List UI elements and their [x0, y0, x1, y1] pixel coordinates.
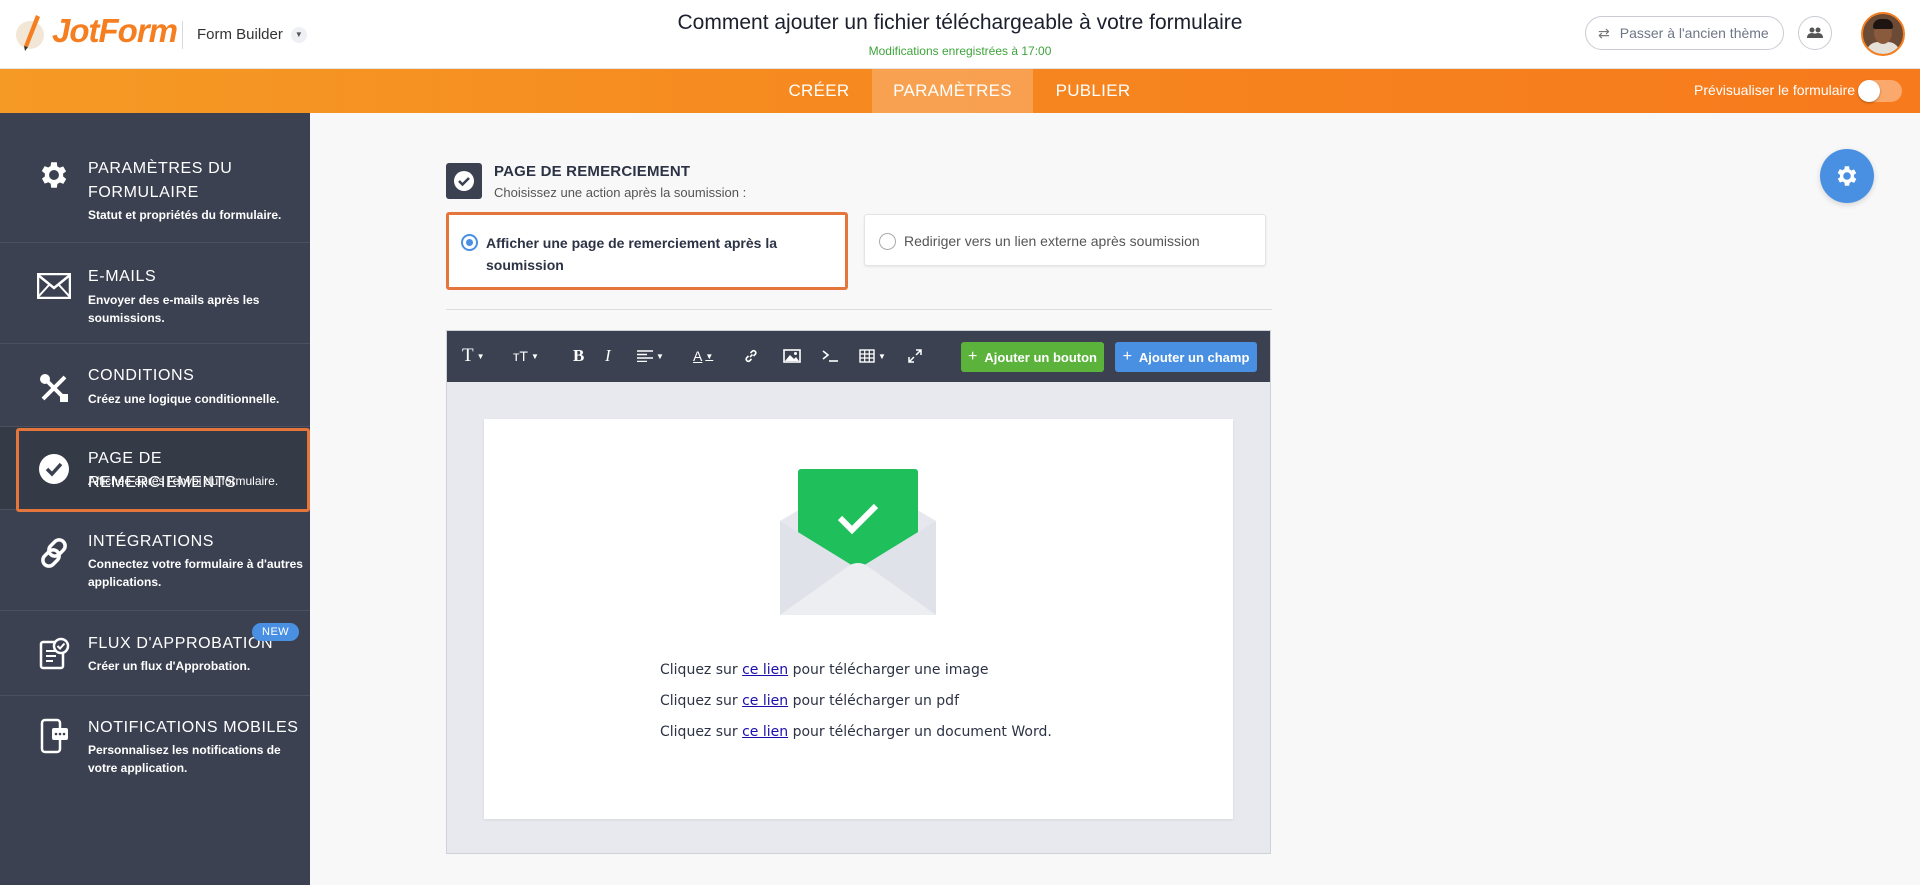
jotform-logo-icon	[14, 13, 50, 51]
sidebar-item-title: NOTIFICATIONS MOBILES	[88, 719, 299, 736]
download-line-word: Cliquez sur ce lien pour télécharger un …	[660, 724, 1052, 740]
sidebar-item-title: PARAMÈTRES DU	[88, 160, 233, 177]
sidebar-item-desc: applications.	[88, 575, 162, 589]
sidebar-item-desc: Créez une logique conditionnelle.	[88, 392, 280, 406]
text-color-icon[interactable]: A ▼	[693, 345, 713, 367]
sidebar-item-desc: Affichée après l'envoi du formulaire.	[88, 474, 279, 488]
envelope-icon	[36, 268, 72, 304]
paragraph-format-icon[interactable]: T ▼	[462, 345, 485, 367]
form-title-area: Comment ajouter un fichier téléchargeabl…	[560, 11, 1360, 58]
sidebar-item-conditions[interactable]: CONDITIONS Créez une logique conditionne…	[0, 344, 310, 427]
align-icon[interactable]: ▼	[637, 345, 664, 367]
old-theme-label: Passer à l'ancien thème	[1619, 25, 1769, 41]
sidebar-item-emails[interactable]: E-MAILS Envoyer des e-mails après les so…	[0, 243, 310, 344]
main-nav: CRÉER PARAMÈTRES PUBLIER Prévisualiser l…	[0, 69, 1920, 113]
chevron-down-icon: ▼	[290, 26, 307, 43]
option-show-thank-you-page[interactable]: Afficher une page de remerciement après …	[446, 212, 848, 290]
section-title: PAGE DE REMERCIEMENT	[494, 163, 691, 180]
option-redirect-external[interactable]: Rediriger vers un lien externe après sou…	[864, 214, 1266, 266]
code-icon[interactable]	[821, 345, 839, 367]
option-label: Rediriger vers un lien externe après sou…	[904, 233, 1200, 249]
top-header: JotForm Form Builder ▼ Comment ajouter u…	[0, 0, 1920, 69]
sidebar-item-title: FLUX D'APPROBATION	[88, 635, 274, 652]
thank-you-content[interactable]: Cliquez sur ce lien pour télécharger une…	[484, 419, 1233, 819]
conditions-icon	[36, 370, 72, 406]
collaborators-button[interactable]	[1798, 16, 1832, 50]
font-size-icon[interactable]: тT ▼	[513, 345, 539, 367]
download-link-word[interactable]: ce lien	[742, 724, 788, 740]
download-link-image[interactable]: ce lien	[742, 662, 788, 678]
check-circle-icon	[454, 171, 474, 191]
tab-create[interactable]: CRÉER	[776, 69, 862, 113]
sidebar-item-title: FORMULAIRE	[88, 184, 199, 201]
sidebar-item-desc: Envoyer des e-mails après les	[88, 293, 260, 307]
sidebar-item-desc: votre application.	[88, 761, 188, 775]
sidebar-item-desc: Statut et propriétés du formulaire.	[88, 208, 282, 222]
brand-name: JotForm	[52, 12, 178, 49]
new-badge: NEW	[252, 623, 300, 641]
form-builder-menu[interactable]: Form Builder ▼	[197, 26, 307, 43]
tab-publish[interactable]: PUBLIER	[1046, 69, 1140, 113]
mobile-notification-icon	[36, 718, 72, 754]
bold-icon[interactable]: B	[573, 345, 584, 367]
users-icon	[1807, 27, 1823, 38]
sidebar-item-desc: soumissions.	[88, 311, 165, 325]
preview-form-label: Prévisualiser le formulaire	[1694, 82, 1856, 98]
check-circle-icon	[36, 451, 72, 487]
section-subtitle: Choisissez une action après la soumissio…	[494, 185, 747, 200]
option-label: Afficher une page de remerciement après …	[486, 235, 777, 273]
envelope-check-icon	[780, 469, 936, 615]
tab-settings[interactable]: PARAMÈTRES	[872, 69, 1033, 113]
sidebar-item-desc: Connectez votre formulaire à d'autres	[88, 557, 303, 571]
italic-icon[interactable]: I	[605, 345, 611, 367]
old-theme-button[interactable]: ⇄ Passer à l'ancien thème	[1585, 16, 1784, 50]
form-title[interactable]: Comment ajouter un fichier téléchargeabl…	[560, 11, 1360, 35]
image-icon[interactable]	[783, 345, 801, 367]
gear-icon	[1837, 166, 1857, 186]
sidebar-item-form-settings[interactable]: PARAMÈTRES DU FORMULAIRE Statut et propr…	[0, 113, 310, 243]
user-avatar[interactable]	[1861, 12, 1905, 56]
add-button-label: Ajouter un bouton	[984, 349, 1097, 365]
radio-selected[interactable]	[461, 234, 478, 251]
download-link-pdf[interactable]: ce lien	[742, 693, 788, 709]
rich-text-editor: T ▼ тT ▼ B I ▼ A ▼ ▼ + Ajouter un bouton + …	[446, 330, 1271, 854]
add-button-button[interactable]: + Ajouter un bouton	[961, 342, 1104, 372]
editor-toolbar: T ▼ тT ▼ B I ▼ A ▼ ▼ + Ajouter un bouton + …	[447, 331, 1270, 382]
download-line-pdf: Cliquez sur ce lien pour télécharger un …	[660, 693, 959, 709]
add-field-button[interactable]: + Ajouter un champ	[1115, 342, 1257, 372]
sidebar-item-title: INTÉGRATIONS	[88, 533, 215, 550]
header-divider	[182, 21, 183, 49]
approval-icon	[36, 636, 72, 672]
section-divider	[446, 309, 1272, 310]
thank-you-section-icon	[446, 163, 482, 199]
preview-toggle[interactable]	[1858, 80, 1902, 102]
sidebar-item-desc: Personnalisez les notifications de	[88, 743, 281, 757]
swap-arrows-icon: ⇄	[1598, 24, 1610, 41]
sidebar-item-integrations[interactable]: INTÉGRATIONS Connectez votre formulaire …	[0, 510, 310, 611]
settings-fab-button[interactable]	[1820, 149, 1874, 203]
sidebar-item-thank-you-page[interactable]: PAGE DE REMERCIEMENTS Affichée après l'e…	[0, 427, 310, 510]
plus-icon: +	[968, 348, 978, 365]
link-icon[interactable]	[743, 345, 759, 367]
download-line-image: Cliquez sur ce lien pour télécharger une…	[660, 662, 989, 678]
add-field-label: Ajouter un champ	[1138, 349, 1250, 365]
plus-icon: +	[1122, 348, 1132, 365]
link-icon	[36, 535, 72, 571]
fullscreen-icon[interactable]	[907, 345, 923, 367]
download-links: Cliquez sur ce lien pour télécharger une…	[660, 662, 1052, 755]
gear-icon	[36, 157, 72, 193]
radio-unselected[interactable]	[879, 233, 896, 250]
sidebar-item-desc: Créer un flux d'Approbation.	[88, 659, 251, 673]
form-builder-label: Form Builder	[197, 26, 283, 43]
table-icon[interactable]: ▼	[859, 345, 886, 367]
save-status: Modifications enregistrées à 17:00	[868, 44, 1052, 58]
jotform-logo[interactable]: JotForm	[14, 12, 178, 51]
sidebar-item-title: E-MAILS	[88, 268, 157, 285]
sidebar-item-title: CONDITIONS	[88, 367, 195, 384]
sidebar-item-mobile-notifications[interactable]: NOTIFICATIONS MOBILES Personnalisez les …	[0, 696, 310, 791]
